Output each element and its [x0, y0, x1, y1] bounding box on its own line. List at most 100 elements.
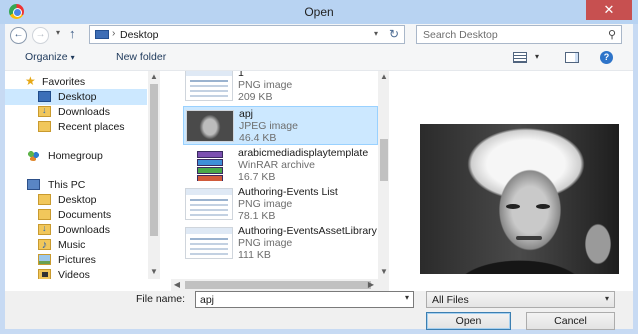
pictures-folder-icon	[38, 254, 51, 265]
file-type: PNG image	[238, 237, 293, 249]
scroll-right-arrow-icon[interactable]: ▶	[365, 279, 377, 291]
sidebar-item-label: Favorites	[42, 76, 86, 88]
sidebar-item-label: Videos	[58, 269, 90, 279]
horizontal-scrollbar-thumb[interactable]	[185, 281, 371, 289]
sidebar-item-this-pc[interactable]: This PC	[5, 177, 147, 193]
file-size: 209 KB	[238, 91, 273, 103]
address-text[interactable]: Desktop	[120, 29, 159, 41]
up-arrow-icon[interactable]: ↑	[69, 26, 76, 41]
sidebar-item-label: Downloads	[58, 224, 110, 236]
search-box[interactable]: ⚲	[416, 25, 622, 44]
file-name-combobox[interactable]: ▾	[195, 291, 414, 308]
sidebar-item-recent-places[interactable]: Recent places	[5, 119, 147, 135]
file-item-selected[interactable]: apj JPEG image 46.4 KB	[183, 106, 378, 145]
cancel-button[interactable]: Cancel	[526, 312, 615, 330]
change-view-icon[interactable]	[513, 52, 527, 63]
sidebar-item-label: Desktop	[58, 194, 97, 206]
title-bar: Open ✕	[0, 0, 638, 24]
recent-locations-dropdown-icon[interactable]: ▾	[56, 28, 60, 37]
scrollbar-thumb[interactable]	[150, 84, 158, 236]
file-list-horizontal-scrollbar[interactable]: ◀ ▶	[171, 279, 389, 291]
view-options-caret-icon[interactable]: ▾	[535, 52, 539, 61]
back-arrow-icon[interactable]: ←	[10, 27, 27, 44]
sidebar-item-downloads[interactable]: Downloads	[5, 104, 147, 120]
folder-icon	[38, 194, 51, 205]
file-size: 78.1 KB	[238, 210, 276, 222]
file-name-label: File name:	[136, 293, 186, 305]
file-type: PNG image	[238, 79, 293, 91]
preview-pane-icon[interactable]	[565, 52, 579, 63]
sidebar-item-label: Homegroup	[48, 150, 103, 162]
dialog-footer: File name: ▾ All Files ▾ Open Cancel	[5, 291, 633, 330]
png-thumbnail	[185, 227, 233, 259]
file-list-scrollbar[interactable]: ▲ ▼	[378, 71, 389, 279]
sidebar-item-pc-desktop[interactable]: Desktop	[5, 192, 147, 208]
scroll-up-arrow-icon[interactable]: ▲	[148, 72, 160, 81]
file-name: Authoring-Events List	[238, 186, 338, 198]
archive-book	[197, 151, 223, 158]
file-type: JPEG image	[239, 120, 298, 132]
file-item[interactable]: Authoring-EventsAssetLibrary PNG image 1…	[183, 224, 378, 263]
refresh-icon[interactable]: ↻	[389, 27, 399, 41]
sidebar-item-videos[interactable]: Videos	[5, 267, 147, 279]
sidebar-item-label: Pictures	[58, 254, 96, 266]
archive-book	[197, 175, 223, 181]
sidebar-item-documents[interactable]: Documents	[5, 207, 147, 223]
window-title: Open	[304, 5, 334, 19]
address-dropdown-icon[interactable]: ▾	[374, 29, 378, 38]
sidebar-item-music[interactable]: ♪ Music	[5, 237, 147, 253]
file-name-input[interactable]	[200, 293, 390, 306]
preview-image-detail	[506, 204, 520, 209]
archive-book	[197, 159, 223, 166]
file-list: 1 PNG image 209 KB apj JPEG image 46.4 K…	[171, 71, 389, 279]
filter-dropdown-icon[interactable]: ▾	[605, 294, 609, 303]
forward-arrow-icon[interactable]: →	[32, 27, 49, 44]
downloads-folder-icon	[38, 105, 51, 117]
sidebar-item-label: Downloads	[58, 106, 110, 118]
videos-folder-icon	[38, 269, 51, 279]
file-name: Authoring-EventsAssetLibrary	[238, 225, 377, 237]
dialog-body: ← → ▾ ↑ › Desktop ▾ ↻ ⚲ Organize▾ New fo…	[5, 24, 633, 330]
search-input[interactable]	[423, 28, 593, 41]
file-type: PNG image	[238, 198, 293, 210]
file-item[interactable]: arabicmediadisplaytemplate WinRAR archiv…	[183, 146, 378, 185]
scroll-up-arrow-icon[interactable]: ▲	[378, 72, 389, 81]
png-thumbnail	[185, 188, 233, 220]
address-chevron-icon[interactable]: ›	[112, 28, 115, 39]
file-type-filter-value: All Files	[432, 294, 469, 306]
new-folder-button[interactable]: New folder	[116, 51, 166, 63]
recent-places-icon	[38, 121, 51, 132]
file-type-filter[interactable]: All Files ▾	[426, 291, 615, 308]
scroll-left-arrow-icon[interactable]: ◀	[171, 279, 183, 291]
star-icon: ★	[25, 74, 36, 88]
computer-icon	[27, 179, 40, 190]
sidebar-item-homegroup[interactable]: Homegroup	[5, 148, 147, 164]
help-icon[interactable]: ?	[600, 51, 613, 64]
sidebar-item-label: This PC	[48, 179, 86, 191]
organize-label: Organize	[25, 51, 68, 63]
file-size: 46.4 KB	[239, 132, 277, 144]
address-bar[interactable]: › Desktop ▾ ↻	[89, 25, 405, 44]
music-folder-icon: ♪	[38, 239, 51, 251]
organize-caret-icon: ▾	[70, 53, 75, 62]
sidebar-item-desktop[interactable]: Desktop	[5, 89, 147, 105]
command-toolbar: Organize ▾ New folder ▾ ?	[5, 46, 633, 71]
scrollbar-thumb[interactable]	[380, 139, 388, 181]
organize-button[interactable]: Organize ▾	[25, 51, 75, 63]
documents-folder-icon	[38, 209, 51, 220]
scroll-down-arrow-icon[interactable]: ▼	[148, 267, 160, 276]
navigation-pane-scrollbar[interactable]: ▲ ▼	[148, 71, 160, 279]
search-icon[interactable]: ⚲	[608, 28, 616, 41]
sidebar-item-pictures[interactable]: Pictures	[5, 252, 147, 268]
desktop-location-icon	[95, 30, 109, 39]
open-button[interactable]: Open	[426, 312, 511, 330]
scroll-down-arrow-icon[interactable]: ▼	[378, 267, 389, 276]
sidebar-item-favorites[interactable]: ★ Favorites	[5, 74, 147, 90]
homegroup-icon	[27, 150, 40, 161]
file-item[interactable]: Authoring-Events List PNG image 78.1 KB	[183, 185, 378, 224]
file-name-dropdown-icon[interactable]: ▾	[405, 293, 409, 302]
close-button[interactable]: ✕	[586, 0, 632, 20]
sidebar-item-pc-downloads[interactable]: Downloads	[5, 222, 147, 238]
jpeg-thumbnail	[186, 110, 234, 142]
file-item[interactable]: 1 PNG image 209 KB	[183, 71, 378, 105]
